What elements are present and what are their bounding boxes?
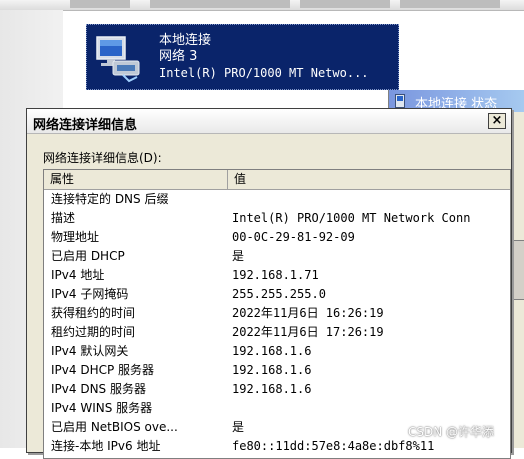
list-rows: 连接特定的 DNS 后缀 描述 Intel(R) PRO/1000 MT Netwo… — [44, 190, 510, 456]
connection-adapter: Intel(R) PRO/1000 MT Netwo... — [159, 66, 369, 80]
row-value: 2022年11月6日 17:26:19 — [232, 325, 384, 339]
table-row[interactable]: 获得租约的时间 2022年11月6日 16:26:19 — [44, 304, 510, 323]
dialog-title: 网络连接详细信息 — [33, 118, 138, 133]
table-row[interactable]: 连接特定的 DNS 后缀 — [44, 190, 510, 209]
network-connection-icon — [96, 36, 140, 83]
row-value: 是 — [232, 249, 245, 263]
details-dialog: 网络连接详细信息 × 网络连接详细信息(D): 属性 值 连接特定的 DNS 后… — [26, 108, 512, 459]
watermark: CSDN @许华添 — [408, 425, 495, 439]
table-row[interactable]: 已启用 DHCP 是 — [44, 247, 510, 266]
row-property: IPv4 DHCP 服务器 — [51, 363, 155, 377]
row-value: 是 — [232, 420, 245, 434]
row-value: 00-0C-29-81-92-09 — [232, 230, 355, 244]
row-value: 192.168.1.6 — [232, 363, 312, 377]
details-list[interactable]: 属性 值 连接特定的 DNS 后缀 描述 Intel(R) PRO/1000 MT … — [43, 169, 511, 459]
row-property: 连接-本地 IPv6 地址 — [51, 439, 161, 453]
row-value: 192.168.1.6 — [232, 382, 312, 396]
table-row[interactable]: IPv4 子网掩码 255.255.255.0 — [44, 285, 510, 304]
table-row[interactable]: IPv4 默认网关 192.168.1.6 — [44, 342, 510, 361]
row-property: IPv4 DNS 服务器 — [51, 382, 146, 396]
row-value: Intel(R) PRO/1000 MT Network Conn — [232, 211, 471, 225]
connection-network: 网络 3 — [159, 49, 198, 64]
table-row[interactable]: 租约过期的时间 2022年11月6日 17:26:19 — [44, 323, 510, 342]
row-value: 2022年11月6日 16:26:19 — [232, 306, 384, 320]
row-property: 描述 — [51, 211, 76, 225]
table-row[interactable]: IPv4 DNS 服务器 192.168.1.6 — [44, 380, 510, 399]
row-value: 192.168.1.6 — [232, 344, 312, 358]
table-row[interactable]: IPv4 WINS 服务器 — [44, 399, 510, 418]
connection-name: 本地连接 — [159, 33, 212, 48]
column-header-property[interactable]: 属性 — [44, 170, 228, 189]
dialog-titlebar[interactable]: 网络连接详细信息 × — [27, 109, 511, 134]
table-row[interactable]: 描述 Intel(R) PRO/1000 MT Network Conn — [44, 209, 510, 228]
row-value: 192.168.1.71 — [232, 268, 319, 282]
connection-tile-local[interactable]: 本地连接 网络 3 Intel(R) PRO/1000 MT Netwo... — [86, 24, 399, 90]
row-property: 连接特定的 DNS 后缀 — [51, 192, 169, 206]
toolbar-item[interactable] — [400, 0, 500, 8]
status-window-icon — [395, 94, 405, 108]
table-row[interactable]: IPv4 DHCP 服务器 192.168.1.6 — [44, 361, 510, 380]
status-window-frame — [511, 240, 524, 300]
table-row[interactable]: IPv4 地址 192.168.1.71 — [44, 266, 510, 285]
close-icon: × — [491, 113, 503, 128]
row-property: 租约过期的时间 — [51, 325, 136, 339]
row-property: 已启用 NetBIOS ove... — [51, 420, 178, 434]
details-list-label: 网络连接详细信息(D): — [43, 151, 162, 165]
list-header: 属性 值 — [44, 170, 510, 190]
row-property: 已启用 DHCP — [51, 249, 125, 263]
row-value: 255.255.255.0 — [232, 287, 326, 301]
row-property: 获得租约的时间 — [51, 306, 136, 320]
row-value: fe80::11dd:57e8:4a8e:dbf8%11 — [232, 439, 435, 453]
column-header-value[interactable]: 值 — [228, 170, 510, 189]
row-property: IPv4 地址 — [51, 268, 105, 282]
table-row[interactable]: 物理地址 00-0C-29-81-92-09 — [44, 228, 510, 247]
toolbar-item[interactable] — [150, 0, 290, 8]
row-property: IPv4 默认网关 — [51, 344, 129, 358]
row-property: 物理地址 — [51, 230, 100, 244]
toolbar-item[interactable] — [300, 0, 390, 8]
background-toolbar — [0, 0, 524, 11]
close-button[interactable]: × — [488, 113, 506, 129]
row-property: IPv4 子网掩码 — [51, 287, 129, 301]
toolbar-item[interactable] — [70, 0, 130, 8]
row-property: IPv4 WINS 服务器 — [51, 401, 153, 415]
